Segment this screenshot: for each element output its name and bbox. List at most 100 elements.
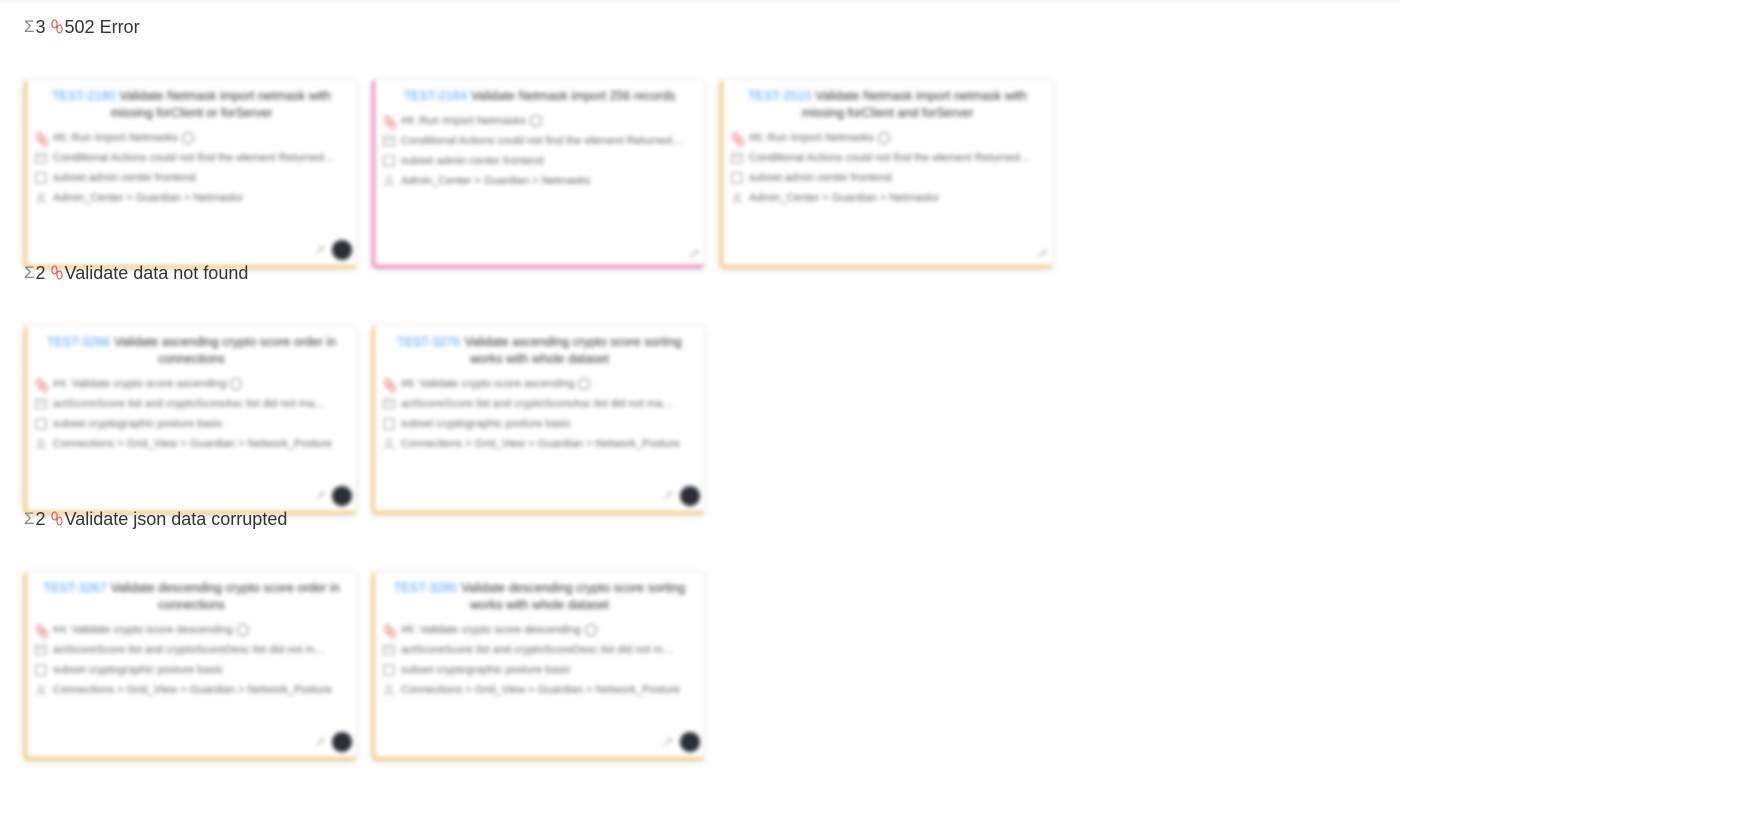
pin-icon[interactable] <box>314 736 326 748</box>
subset-row: subset cryptographic posture basic <box>383 414 696 434</box>
bug-icon <box>50 265 64 281</box>
step-text: #6: Run Import Netmasks <box>53 132 178 144</box>
checkbox-icon <box>35 664 47 676</box>
card-title: TEST-2184 Validate Netmask import 256 rec… <box>383 88 696 105</box>
bug-icon <box>50 511 64 527</box>
test-id-link[interactable]: TEST-3280 <box>394 581 457 595</box>
card-title: TEST-3280 Validate descending crypto scor… <box>383 580 696 614</box>
bug-icon <box>50 19 64 35</box>
card-title: TEST-2180 Validate Netmask import netmask… <box>35 88 348 122</box>
github-icon[interactable] <box>332 240 352 260</box>
test-id-link[interactable]: TEST-2184 <box>404 89 467 103</box>
step-row: #4: Validate crypto score descending <box>35 620 348 640</box>
error-row: Conditional Actions could not find the e… <box>731 148 1044 168</box>
step-row: #6: Validate crypto score descending <box>383 620 696 640</box>
bug-icon <box>383 115 396 130</box>
info-icon[interactable] <box>181 132 194 144</box>
path-text: Connections > Grid_View > Guardian > Net… <box>53 684 332 696</box>
pin-icon[interactable] <box>1036 248 1048 260</box>
user-icon <box>383 175 395 187</box>
user-icon <box>35 684 47 696</box>
github-icon[interactable] <box>680 732 700 752</box>
test-id-link[interactable]: TEST-2180 <box>52 89 115 103</box>
card-footer <box>1036 248 1048 260</box>
info-icon[interactable] <box>529 115 542 127</box>
test-card[interactable]: TEST-2184 Validate Netmask import 256 rec… <box>372 80 704 268</box>
test-id-link[interactable]: TEST-3266 <box>47 335 110 349</box>
error-row: Conditional Actions could not find the e… <box>35 148 348 168</box>
test-title: Validate ascending crypto score order in… <box>114 335 337 366</box>
test-card[interactable]: TEST-2515 Validate Netmask import netmask… <box>720 80 1052 268</box>
test-title: Validate descending crypto score sorting… <box>461 581 686 612</box>
step-text: #6: Validate crypto score ascending <box>401 378 575 390</box>
pin-icon[interactable] <box>314 244 326 256</box>
step-text: #6: Run Import Netmasks <box>401 115 526 127</box>
sigma-icon: Σ <box>24 509 35 528</box>
test-card[interactable]: TEST-3276 Validate ascending crypto score… <box>372 326 704 514</box>
test-card[interactable]: TEST-2180 Validate Netmask import netmask… <box>24 80 356 268</box>
info-icon[interactable] <box>236 624 249 636</box>
subset-row: subset cryptographic posture basic <box>35 414 348 434</box>
card-title: TEST-3276 Validate ascending crypto score… <box>383 334 696 368</box>
checkbox-icon <box>35 172 47 184</box>
subset-text: subset cryptographic posture basic <box>401 664 571 676</box>
step-row: #6: Validate crypto score ascending <box>383 374 696 394</box>
card-title: TEST-2515 Validate Netmask import netmask… <box>731 88 1044 122</box>
test-card[interactable]: TEST-3267 Validate descending crypto scor… <box>24 572 356 760</box>
step-row: #6: Run Import Netmasks <box>383 111 696 131</box>
path-row: Admin_Center > Guardian > Netmasks <box>383 171 696 191</box>
subset-row: subset admin center frontend <box>383 151 696 171</box>
path-text: Connections > Grid_View > Guardian > Net… <box>401 684 680 696</box>
pin-icon[interactable] <box>662 736 674 748</box>
pin-icon[interactable] <box>314 490 326 502</box>
sigma-icon: Σ <box>24 263 35 282</box>
card-title: TEST-3267 Validate descending crypto scor… <box>35 580 348 614</box>
test-id-link[interactable]: TEST-3276 <box>397 335 460 349</box>
message-icon <box>383 644 395 656</box>
error-group: Σ 2 Validate data not found TEST-3266 Valida… <box>24 260 704 514</box>
info-icon[interactable] <box>578 378 591 390</box>
group-name: Validate data not found <box>64 262 249 283</box>
error-row: Conditional Actions could not find the e… <box>383 131 696 151</box>
info-icon[interactable] <box>584 624 597 636</box>
subset-text: subset cryptographic posture basic <box>53 418 223 430</box>
test-id-link[interactable]: TEST-3267 <box>43 581 106 595</box>
error-group: Σ 2 Validate json data corrupted TEST-3267 V… <box>24 506 704 760</box>
step-row: #4: Validate crypto score ascending <box>35 374 348 394</box>
user-icon <box>35 438 47 450</box>
test-card[interactable]: TEST-3266 Validate ascending crypto score… <box>24 326 356 514</box>
error-text: actScoreScore list and cryptoScoreAsc li… <box>53 398 326 410</box>
bug-icon <box>35 378 48 393</box>
test-title: Validate ascending crypto score sorting … <box>464 335 682 366</box>
group-count: 3 <box>35 16 46 37</box>
error-text: Conditional Actions could not find the e… <box>53 152 335 164</box>
checkbox-icon <box>383 664 395 676</box>
pin-icon[interactable] <box>662 490 674 502</box>
path-text: Admin_Center > Guardian > Netmasks <box>401 175 591 187</box>
message-icon <box>383 135 395 147</box>
group-header[interactable]: Σ 2 Validate json data corrupted <box>24 506 704 532</box>
card-footer <box>688 248 700 260</box>
test-title: Validate Netmask import netmask with mis… <box>110 89 331 120</box>
error-group: Σ 3 502 Error TEST-2180 Validate Netmask imp… <box>24 14 1052 268</box>
group-header[interactable]: Σ 3 502 Error <box>24 14 1052 40</box>
pin-icon[interactable] <box>688 248 700 260</box>
message-icon <box>35 644 47 656</box>
message-icon <box>383 398 395 410</box>
info-icon[interactable] <box>877 132 890 144</box>
github-icon[interactable] <box>680 486 700 506</box>
card-title: TEST-3266 Validate ascending crypto score… <box>35 334 348 368</box>
path-row: Admin_Center > Guardian > Netmasks <box>731 188 1044 208</box>
card-footer <box>314 486 352 506</box>
github-icon[interactable] <box>332 486 352 506</box>
test-card[interactable]: TEST-3280 Validate descending crypto scor… <box>372 572 704 760</box>
step-row: #6: Run Import Netmasks <box>731 128 1044 148</box>
group-count: 2 <box>35 508 46 529</box>
error-text: actScoreScore list and cryptoScoreAsc li… <box>401 398 674 410</box>
group-header[interactable]: Σ 2 Validate data not found <box>24 260 704 286</box>
github-icon[interactable] <box>332 732 352 752</box>
info-icon[interactable] <box>230 378 243 390</box>
test-id-link[interactable]: TEST-2515 <box>748 89 811 103</box>
card-footer <box>314 240 352 260</box>
card-list: TEST-3267 Validate descending crypto scor… <box>24 572 704 760</box>
